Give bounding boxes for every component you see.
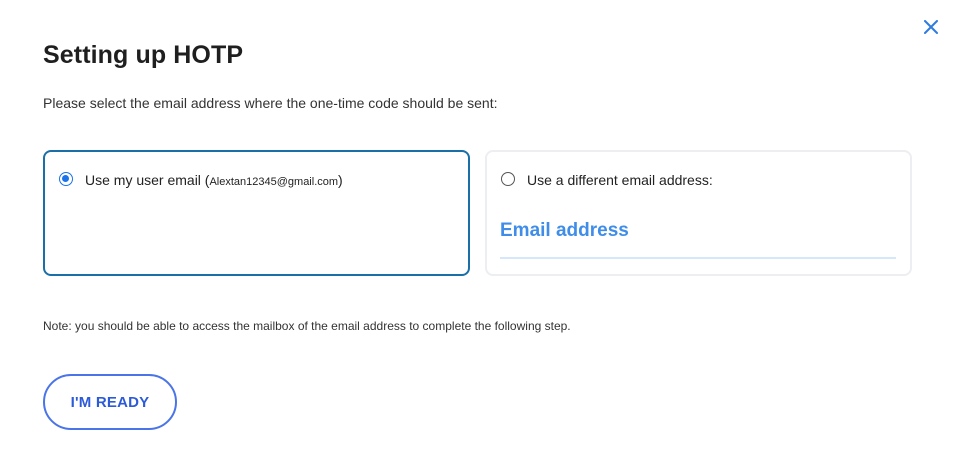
close-icon bbox=[924, 20, 938, 34]
user-email-label: Use my user email (Alextan12345@gmail.co… bbox=[85, 172, 343, 188]
different-email-radio[interactable] bbox=[501, 172, 515, 186]
close-button[interactable] bbox=[920, 16, 942, 38]
user-email-label-suffix: ) bbox=[338, 172, 343, 188]
option-user-email[interactable]: Use my user email (Alextan12345@gmail.co… bbox=[43, 150, 470, 276]
user-email-label-text: Use my user email ( bbox=[85, 172, 210, 188]
option-different-email[interactable]: Use a different email address: Email add… bbox=[485, 150, 912, 276]
instruction-text: Please select the email address where th… bbox=[43, 95, 498, 111]
note-text: Note: you should be able to access the m… bbox=[43, 319, 571, 333]
email-address-placeholder: Email address bbox=[500, 220, 629, 241]
different-email-label: Use a different email address: bbox=[527, 172, 713, 188]
email-address-input[interactable]: Email address bbox=[500, 212, 896, 262]
user-email-radio[interactable] bbox=[59, 172, 73, 186]
user-email-address: Alextan12345@gmail.com bbox=[209, 176, 339, 188]
email-input-underline bbox=[500, 257, 896, 259]
im-ready-button[interactable]: I'M READY bbox=[43, 374, 177, 430]
hotp-setup-dialog: Setting up HOTP Please select the email … bbox=[0, 0, 958, 453]
dialog-title: Setting up HOTP bbox=[43, 41, 244, 69]
